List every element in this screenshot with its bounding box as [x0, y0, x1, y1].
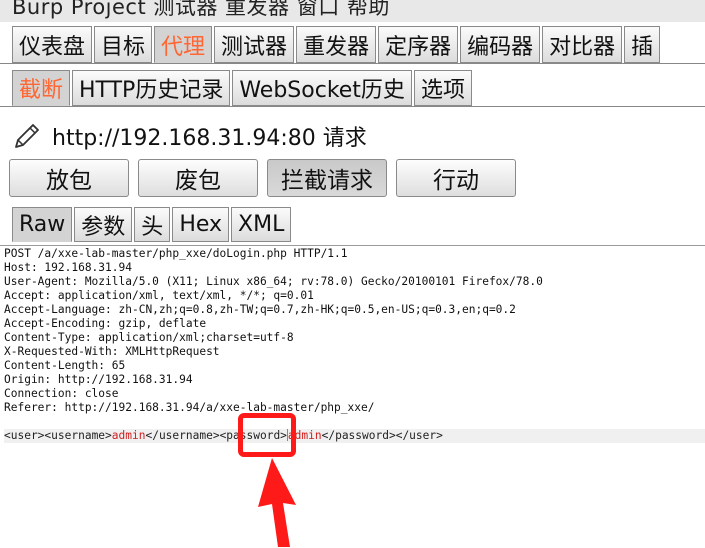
drop-button[interactable]: 废包 [138, 159, 258, 197]
tab-intruder[interactable]: 测试器 [214, 26, 295, 63]
request-header-content-length: Content-Length: 65 [4, 359, 126, 372]
tab-websocket-history[interactable]: WebSocket历史 [232, 70, 412, 106]
tab-repeater[interactable]: 重发器 [296, 26, 377, 63]
request-header-host: Host: 192.168.31.94 [4, 261, 132, 274]
tab-xml[interactable]: XML [231, 207, 292, 242]
view-tab-bar: Raw 参数 头 Hex XML [12, 207, 293, 242]
forward-button[interactable]: 放包 [9, 159, 129, 197]
tab-raw[interactable]: Raw [12, 207, 73, 242]
annotation-arrow-icon [258, 458, 296, 547]
tab-decoder[interactable]: 编码器 [460, 26, 541, 63]
tab-comparer[interactable]: 对比器 [542, 26, 623, 63]
main-tab-divider [0, 63, 705, 64]
request-header-referer: Referer: http://192.168.31.94/a/xxe-lab-… [4, 401, 375, 414]
request-header-connection: Connection: close [4, 387, 119, 400]
annotation-highlight-box [238, 413, 296, 457]
menu-bar: Burp Project 测试器 重发器 窗口 帮助 [0, 0, 705, 22]
proxy-tab-bar: 截断 HTTP历史记录 WebSocket历史 选项 [12, 70, 474, 106]
request-header-accept: Accept: application/xml, text/xml, */*; … [4, 289, 314, 302]
tab-http-history[interactable]: HTTP历史记录 [72, 70, 231, 106]
xml-tag: </username> [145, 429, 220, 442]
intercept-target-bar: http://192.168.31.94:80 请求 [12, 118, 367, 154]
request-header-user-agent: User-Agent: Mozilla/5.0 (X11; Linux x86_… [4, 275, 543, 288]
xml-tag: <user> [4, 429, 45, 442]
request-header-content-type: Content-Type: application/xml;charset=ut… [4, 331, 294, 344]
tab-options[interactable]: 选项 [413, 70, 472, 106]
tab-extender[interactable]: 插 [624, 26, 661, 63]
request-header-accept-encoding: Accept-Encoding: gzip, deflate [4, 317, 207, 330]
request-editor[interactable]: POST /a/xxe-lab-master/php_xxe/doLogin.p… [0, 245, 705, 548]
menu-bar-text: Burp Project 测试器 重发器 窗口 帮助 [12, 0, 390, 19]
xml-body-line[interactable]: <user><username>admin</username><passwor… [4, 429, 705, 443]
tab-target[interactable]: 目标 [94, 26, 153, 63]
intercept-button-row: 放包 废包 拦截请求 行动 [9, 159, 525, 197]
request-header-x-requested-with: X-Requested-With: XMLHttpRequest [4, 345, 220, 358]
main-tab-bar: 仪表盘 目标 代理 测试器 重发器 定序器 编码器 对比器 插 [12, 26, 662, 63]
intercept-url-text: http://192.168.31.94:80 请求 [52, 126, 367, 151]
tab-intercept[interactable]: 截断 [12, 70, 71, 106]
xml-username-value: admin [111, 429, 146, 442]
xml-tag: </user> [395, 429, 443, 442]
request-header-accept-language: Accept-Language: zh-CN,zh;q=0.8,zh-TW;q=… [4, 303, 516, 316]
tab-dashboard[interactable]: 仪表盘 [12, 26, 93, 63]
tab-proxy[interactable]: 代理 [154, 26, 213, 63]
pencil-icon [15, 124, 39, 148]
xml-tag: </password> [321, 429, 396, 442]
request-header-origin: Origin: http://192.168.31.94 [4, 373, 193, 386]
xml-tag: <username> [44, 429, 112, 442]
tab-hex[interactable]: Hex [172, 207, 230, 242]
intercept-toggle-button[interactable]: 拦截请求 [267, 159, 387, 197]
request-line: POST /a/xxe-lab-master/php_xxe/doLogin.p… [4, 247, 348, 260]
tab-headers[interactable]: 头 [134, 207, 171, 242]
proxy-tab-divider [0, 106, 705, 107]
action-button[interactable]: 行动 [396, 159, 516, 197]
tab-params[interactable]: 参数 [74, 207, 133, 242]
tab-sequencer[interactable]: 定序器 [378, 26, 459, 63]
